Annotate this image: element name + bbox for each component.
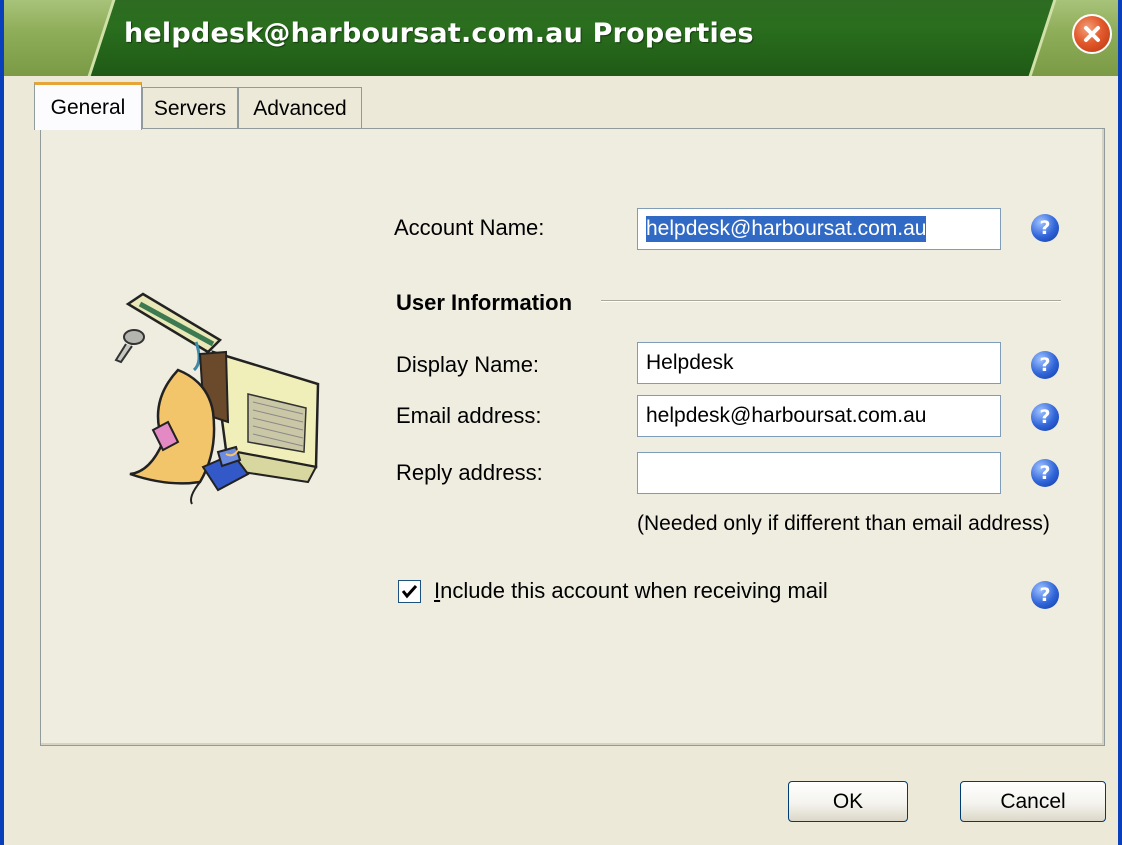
email-address-label: Email address: — [396, 403, 542, 428]
title-bar[interactable]: helpdesk@harboursat.com.au Properties — [4, 0, 1118, 76]
help-icon[interactable]: ? — [1031, 403, 1059, 431]
ok-button-label: OK — [832, 789, 864, 813]
cancel-button[interactable]: Cancel — [960, 781, 1106, 822]
reply-address-note: (Needed only if different than email add… — [637, 512, 1050, 535]
tab-servers-label: Servers — [153, 96, 227, 120]
help-icon[interactable]: ? — [1031, 351, 1059, 379]
account-name-label: Account Name: — [394, 215, 545, 240]
tab-general-label: General — [50, 95, 126, 119]
mail-account-illustration — [114, 292, 320, 505]
section-divider — [601, 300, 1061, 302]
display-name-field[interactable]: Helpdesk — [637, 342, 1001, 384]
reply-address-field[interactable] — [637, 452, 1001, 494]
email-address-field[interactable]: helpdesk@harboursat.com.au — [637, 395, 1001, 437]
screw-icon — [114, 329, 145, 364]
include-account-label[interactable]: Include this account when receiving mail — [434, 578, 828, 604]
display-name-label: Display Name: — [396, 352, 540, 377]
reply-address-label: Reply address: — [396, 460, 543, 485]
display-name-value: Helpdesk — [646, 351, 734, 374]
help-icon[interactable]: ? — [1031, 214, 1059, 242]
ok-button[interactable]: OK — [788, 781, 908, 822]
close-icon — [1084, 26, 1100, 42]
account-name-value: helpdesk@harboursat.com.au — [646, 216, 927, 242]
tab-advanced[interactable]: Advanced — [238, 87, 362, 129]
tab-servers[interactable]: Servers — [142, 87, 238, 129]
help-icon[interactable]: ? — [1031, 459, 1059, 487]
account-name-field[interactable]: helpdesk@harboursat.com.au — [637, 208, 1001, 250]
help-icon[interactable]: ? — [1031, 581, 1059, 609]
user-information-heading: User Information — [396, 290, 573, 315]
window-title: helpdesk@harboursat.com.au Properties — [124, 18, 754, 49]
close-button[interactable] — [1072, 14, 1112, 54]
cancel-button-label: Cancel — [1000, 789, 1066, 813]
email-address-value: helpdesk@harboursat.com.au — [646, 404, 927, 427]
checkmark-icon — [401, 584, 418, 599]
tab-advanced-label: Advanced — [253, 96, 347, 120]
include-account-checkbox[interactable] — [398, 580, 421, 603]
properties-dialog: helpdesk@harboursat.com.au Properties Ge… — [0, 0, 1122, 845]
tab-general[interactable]: General — [34, 82, 142, 130]
